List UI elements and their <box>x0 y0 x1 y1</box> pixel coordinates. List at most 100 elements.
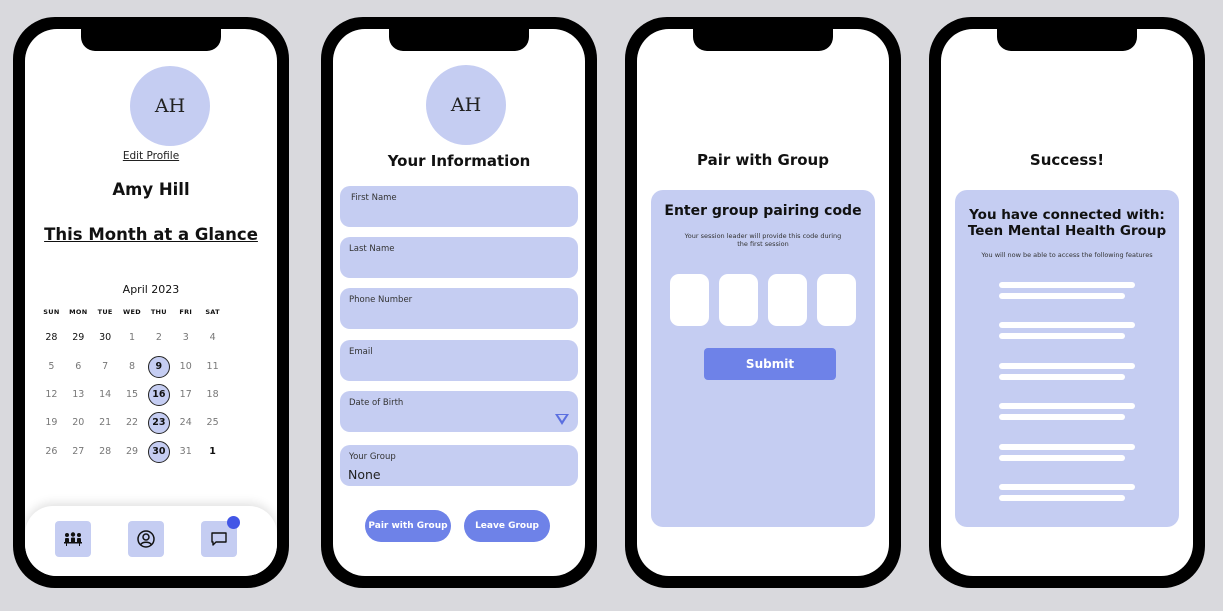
nav-profile-button[interactable] <box>128 521 164 557</box>
calendar-day[interactable]: 19 <box>38 412 65 434</box>
calendar-day[interactable]: 6 <box>65 356 92 378</box>
calendar-day[interactable]: 15 <box>119 384 146 406</box>
calendar-day[interactable]: 25 <box>199 412 226 434</box>
last-name-field[interactable]: Last Name <box>340 237 578 278</box>
calendar-day[interactable]: 21 <box>92 412 119 434</box>
calendar-day[interactable]: 1 <box>199 441 226 463</box>
leave-group-button[interactable]: Leave Group <box>464 510 550 542</box>
glance-heading-wrap: This Month at a Glance <box>25 225 277 244</box>
calendar-weekdays: SUN MON TUE WED THU FRI SAT <box>38 308 226 316</box>
edit-profile-wrap: Edit Profile <box>25 150 277 162</box>
date-of-birth-label: Date of Birth <box>349 398 404 408</box>
notch <box>997 29 1137 51</box>
group-icon <box>64 532 82 546</box>
feature-placeholder-line <box>999 374 1125 380</box>
calendar-day[interactable]: 7 <box>92 356 119 378</box>
weekday-label: THU <box>150 308 167 316</box>
calendar-day[interactable]: 12 <box>38 384 65 406</box>
code-digit-input[interactable] <box>719 274 758 326</box>
calendar-day[interactable]: 24 <box>172 412 199 434</box>
avatar: AH <box>426 65 506 145</box>
page-title: Pair with Group <box>697 151 829 169</box>
calendar-day[interactable]: 22 <box>119 412 146 434</box>
calendar-day[interactable]: 20 <box>65 412 92 434</box>
email-field[interactable]: Email <box>340 340 578 381</box>
calendar-day[interactable]: 11 <box>199 356 226 378</box>
calendar-day-highlighted[interactable]: 16 <box>145 384 172 406</box>
calendar-day[interactable]: 1 <box>119 327 146 349</box>
calendar-day[interactable]: 31 <box>172 441 199 463</box>
calendar-week: 28 29 30 1 2 3 4 <box>38 327 226 349</box>
calendar-week: 5 6 7 8 9 10 11 <box>38 356 226 378</box>
weekday-label: SUN <box>43 308 60 316</box>
feature-placeholder-line <box>999 495 1125 501</box>
avatar: AH <box>130 66 210 146</box>
phone-profile: AH Edit Profile Amy Hill This Month at a… <box>13 17 289 588</box>
date-of-birth-field[interactable]: Date of Birth <box>340 391 578 432</box>
calendar-day[interactable]: 8 <box>119 356 146 378</box>
group-value: None <box>348 467 381 482</box>
success-screen: Success! You have connected with: Teen M… <box>941 29 1193 576</box>
calendar-day[interactable]: 13 <box>65 384 92 406</box>
calendar-day[interactable]: 30 <box>92 327 119 349</box>
nav-group-button[interactable] <box>55 521 91 557</box>
calendar-day[interactable]: 2 <box>145 327 172 349</box>
calendar-month-label: April 2023 <box>122 283 180 296</box>
calendar-day-highlighted[interactable]: 9 <box>145 356 172 378</box>
phone-number-field[interactable]: Phone Number <box>340 288 578 329</box>
calendar-week: 26 27 28 29 30 31 1 <box>38 441 226 463</box>
edit-profile-link[interactable]: Edit Profile <box>123 150 179 162</box>
code-digit-input[interactable] <box>670 274 709 326</box>
weekday-label: WED <box>123 308 141 316</box>
calendar-day[interactable]: 14 <box>92 384 119 406</box>
calendar-day[interactable]: 4 <box>199 327 226 349</box>
feature-placeholder-line <box>999 403 1135 409</box>
success-card: You have connected with: Teen Mental Hea… <box>955 190 1179 527</box>
dropdown-arrow-icon[interactable] <box>555 414 569 425</box>
first-name-label: First Name <box>351 193 397 203</box>
calendar-day[interactable]: 26 <box>38 441 65 463</box>
notch <box>81 29 221 51</box>
notch <box>389 29 529 51</box>
group-label: Your Group <box>349 452 396 462</box>
calendar-day[interactable]: 17 <box>172 384 199 406</box>
calendar-day[interactable]: 5 <box>38 356 65 378</box>
pairing-card-title: Enter group pairing code <box>664 203 862 219</box>
feature-placeholder-line <box>999 363 1135 369</box>
page-title: Success! <box>1029 151 1105 169</box>
weekday-label: SAT <box>205 308 220 316</box>
success-heading-line1: You have connected with: <box>969 207 1165 223</box>
code-digit-input[interactable] <box>768 274 807 326</box>
first-name-field[interactable]: First Name <box>340 186 578 227</box>
profile-screen: AH Edit Profile Amy Hill This Month at a… <box>25 29 277 576</box>
calendar-day[interactable]: 28 <box>38 327 65 349</box>
calendar-day[interactable]: 18 <box>199 384 226 406</box>
notification-badge <box>227 516 240 529</box>
phone-pair: Pair with Group Enter group pairing code… <box>625 17 901 588</box>
submit-button[interactable]: Submit <box>704 348 836 380</box>
pairing-card-subtitle: Your session leader will provide this co… <box>684 232 842 248</box>
calendar-day[interactable]: 28 <box>92 441 119 463</box>
calendar-day-highlighted[interactable]: 23 <box>145 412 172 434</box>
feature-placeholder-line <box>999 484 1135 490</box>
feature-placeholder-line <box>999 282 1135 288</box>
profile-icon <box>137 530 155 548</box>
phone-number-label: Phone Number <box>349 295 413 305</box>
pair-screen: Pair with Group Enter group pairing code… <box>637 29 889 576</box>
calendar-day[interactable]: 3 <box>172 327 199 349</box>
calendar-day-highlighted[interactable]: 30 <box>145 441 172 463</box>
pairing-card: Enter group pairing code Your session le… <box>651 190 875 527</box>
calendar-day[interactable]: 29 <box>65 327 92 349</box>
weekday-label: FRI <box>179 308 193 316</box>
weekday-label: TUE <box>97 308 113 316</box>
feature-placeholder-line <box>999 444 1135 450</box>
feature-placeholder-line <box>999 333 1125 339</box>
calendar-day[interactable]: 10 <box>172 356 199 378</box>
success-note: You will now be able to access the follo… <box>981 251 1153 259</box>
calendar-day[interactable]: 29 <box>119 441 146 463</box>
code-digit-input[interactable] <box>817 274 856 326</box>
feature-placeholder-line <box>999 293 1125 299</box>
email-label: Email <box>349 347 373 357</box>
calendar-day[interactable]: 27 <box>65 441 92 463</box>
pair-with-group-button[interactable]: Pair with Group <box>365 510 451 542</box>
